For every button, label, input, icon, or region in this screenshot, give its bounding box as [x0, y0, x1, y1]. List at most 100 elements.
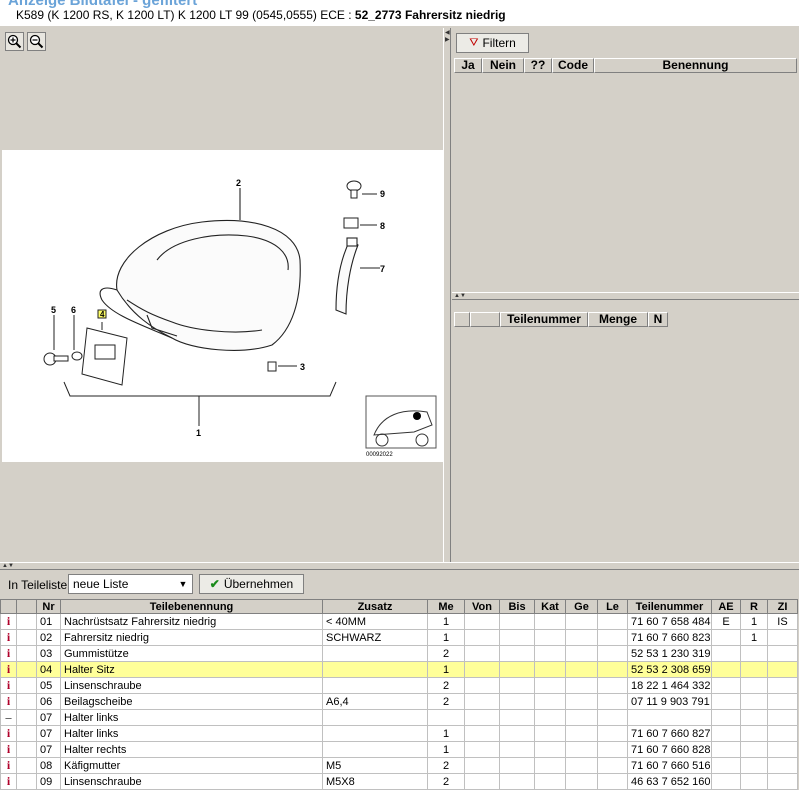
col-me[interactable]: Me	[427, 599, 465, 614]
parts-diagram[interactable]: 2 9 8 7 5 6 4 3 1 00092022	[2, 150, 443, 462]
table-row[interactable]: i 01 Nachrüstsatz Fahrersitz niedrig < 40MM…	[0, 613, 798, 630]
col-ae[interactable]: AE	[711, 599, 741, 614]
row-zusatz	[322, 741, 428, 758]
vertical-splitter[interactable]: ◀ ▶	[443, 28, 451, 562]
table-row[interactable]: i 03 Gummistütze 2 52 53 1 230 319	[0, 645, 798, 662]
splitter-arrows-icon[interactable]: ▲▼	[2, 563, 14, 569]
row-ae	[711, 757, 741, 774]
info-icon[interactable]: i	[0, 725, 17, 742]
col-ja[interactable]: Ja	[454, 58, 482, 73]
col-le[interactable]: Le	[597, 599, 628, 614]
info-icon[interactable]: i	[0, 757, 17, 774]
callout-3[interactable]: 3	[300, 362, 305, 372]
col-nein[interactable]: Nein	[482, 58, 524, 73]
info-icon[interactable]: i	[0, 741, 17, 758]
collapse-right-icon[interactable]: ▶	[445, 37, 450, 43]
col-benennung[interactable]: Benennung	[594, 58, 797, 73]
table-row[interactable]: i 07 Halter links 1 71 60 7 660 827	[0, 725, 798, 742]
filter-button[interactable]: ⛛ Filtern	[456, 33, 529, 53]
parts-toolbar: In Teileliste neue Liste ▼ ✔ Übernehmen	[0, 572, 799, 598]
bottom-splitter[interactable]: ▲▼	[0, 562, 799, 570]
callout-9[interactable]: 9	[380, 189, 385, 199]
row-teilenummer: 71 60 7 660 827	[627, 725, 712, 742]
row-name: Halter links	[60, 725, 323, 742]
row-teilenummer: 18 22 1 464 332	[627, 677, 712, 694]
col-teilenummer[interactable]: Teilenummer	[500, 312, 588, 327]
row-von	[464, 677, 500, 694]
info-icon[interactable]: i	[0, 693, 17, 710]
callout-7[interactable]: 7	[380, 264, 385, 274]
horizontal-splitter[interactable]: ▲▼	[452, 292, 799, 300]
col-zi[interactable]: ZI	[767, 599, 798, 614]
row-kat	[534, 693, 566, 710]
table-row[interactable]: i 05 Linsenschraube 2 18 22 1 464 332	[0, 677, 798, 694]
col-von[interactable]: Von	[464, 599, 500, 614]
collapse-up-icon[interactable]: ▲▼	[454, 293, 466, 299]
info-icon[interactable]: i	[0, 613, 17, 630]
row-ae	[711, 773, 741, 790]
row-kat	[534, 677, 566, 694]
row-expand-cell	[16, 677, 37, 694]
table-row[interactable]: i 04 Halter Sitz 1 52 53 2 308 659	[0, 661, 798, 678]
row-r	[740, 741, 768, 758]
zoom-in-button[interactable]	[5, 32, 24, 51]
row-le	[597, 645, 628, 662]
detail-table-header: Teilenummer Menge N	[454, 312, 668, 327]
info-icon[interactable]: i	[0, 661, 17, 678]
table-row[interactable]: – 07 Halter links	[0, 709, 798, 726]
col-kat[interactable]: Kat	[534, 599, 566, 614]
col-nr[interactable]: Nr	[36, 599, 61, 614]
col-detail-blank-2[interactable]	[470, 312, 500, 327]
col-ge[interactable]: Ge	[565, 599, 598, 614]
col-zusatz[interactable]: Zusatz	[322, 599, 428, 614]
col-teilebenennung[interactable]: Teilebenennung	[60, 599, 323, 614]
collapse-icon[interactable]: –	[0, 709, 17, 726]
row-name: Linsenschraube	[60, 677, 323, 694]
col-menge[interactable]: Menge	[588, 312, 648, 327]
subtitle-prefix: K589 (K 1200 RS, K 1200 LT) K 1200 LT 99…	[16, 8, 355, 22]
callout-2[interactable]: 2	[236, 178, 241, 188]
row-zi	[767, 645, 798, 662]
col-icon[interactable]	[0, 599, 17, 614]
row-name: Linsenschraube	[60, 773, 323, 790]
info-icon[interactable]: i	[0, 645, 17, 662]
row-me	[427, 709, 465, 726]
row-le	[597, 741, 628, 758]
col-code[interactable]: Code	[552, 58, 594, 73]
callout-5[interactable]: 5	[51, 305, 56, 315]
info-icon[interactable]: i	[0, 677, 17, 694]
col-unknown[interactable]: ??	[524, 58, 552, 73]
callout-6[interactable]: 6	[71, 305, 76, 315]
row-zusatz: M5	[322, 757, 428, 774]
callout-8[interactable]: 8	[380, 221, 385, 231]
col-n[interactable]: N	[648, 312, 668, 327]
callout-1[interactable]: 1	[196, 428, 201, 438]
apply-button[interactable]: ✔ Übernehmen	[199, 574, 304, 594]
info-icon[interactable]: i	[0, 629, 17, 646]
table-row[interactable]: i 09 Linsenschraube M5X8 2 46 63 7 652 160	[0, 773, 798, 790]
row-zi	[767, 693, 798, 710]
col-teilenummer-main[interactable]: Teilenummer	[627, 599, 712, 614]
row-kat	[534, 757, 566, 774]
checkmark-icon: ✔	[209, 577, 220, 591]
col-r[interactable]: R	[740, 599, 768, 614]
info-icon[interactable]: i	[0, 773, 17, 790]
row-teilenummer: 71 60 7 660 828	[627, 741, 712, 758]
row-r	[740, 677, 768, 694]
callout-4[interactable]: 4	[100, 310, 105, 319]
col-bis[interactable]: Bis	[499, 599, 535, 614]
parts-list-select[interactable]: neue Liste ▼	[68, 574, 193, 594]
table-row[interactable]: i 06 Beilagscheibe A6,4 2 07 11 9 903 791	[0, 693, 798, 710]
zoom-out-button[interactable]	[27, 32, 46, 51]
col-expand[interactable]	[16, 599, 37, 614]
row-von	[464, 661, 500, 678]
table-row[interactable]: i 07 Halter rechts 1 71 60 7 660 828	[0, 741, 798, 758]
chevron-down-icon[interactable]: ▼	[176, 577, 190, 591]
col-detail-blank-1[interactable]	[454, 312, 470, 327]
collapse-left-icon[interactable]: ◀	[445, 30, 450, 36]
table-row[interactable]: i 08 Käfigmutter M5 2 71 60 7 660 516	[0, 757, 798, 774]
row-bis	[499, 661, 535, 678]
bracket-7-drawing	[335, 237, 380, 315]
table-row[interactable]: i 02 Fahrersitz niedrig SCHWARZ 1 71 60 7 660…	[0, 629, 798, 646]
row-nr: 08	[36, 757, 61, 774]
